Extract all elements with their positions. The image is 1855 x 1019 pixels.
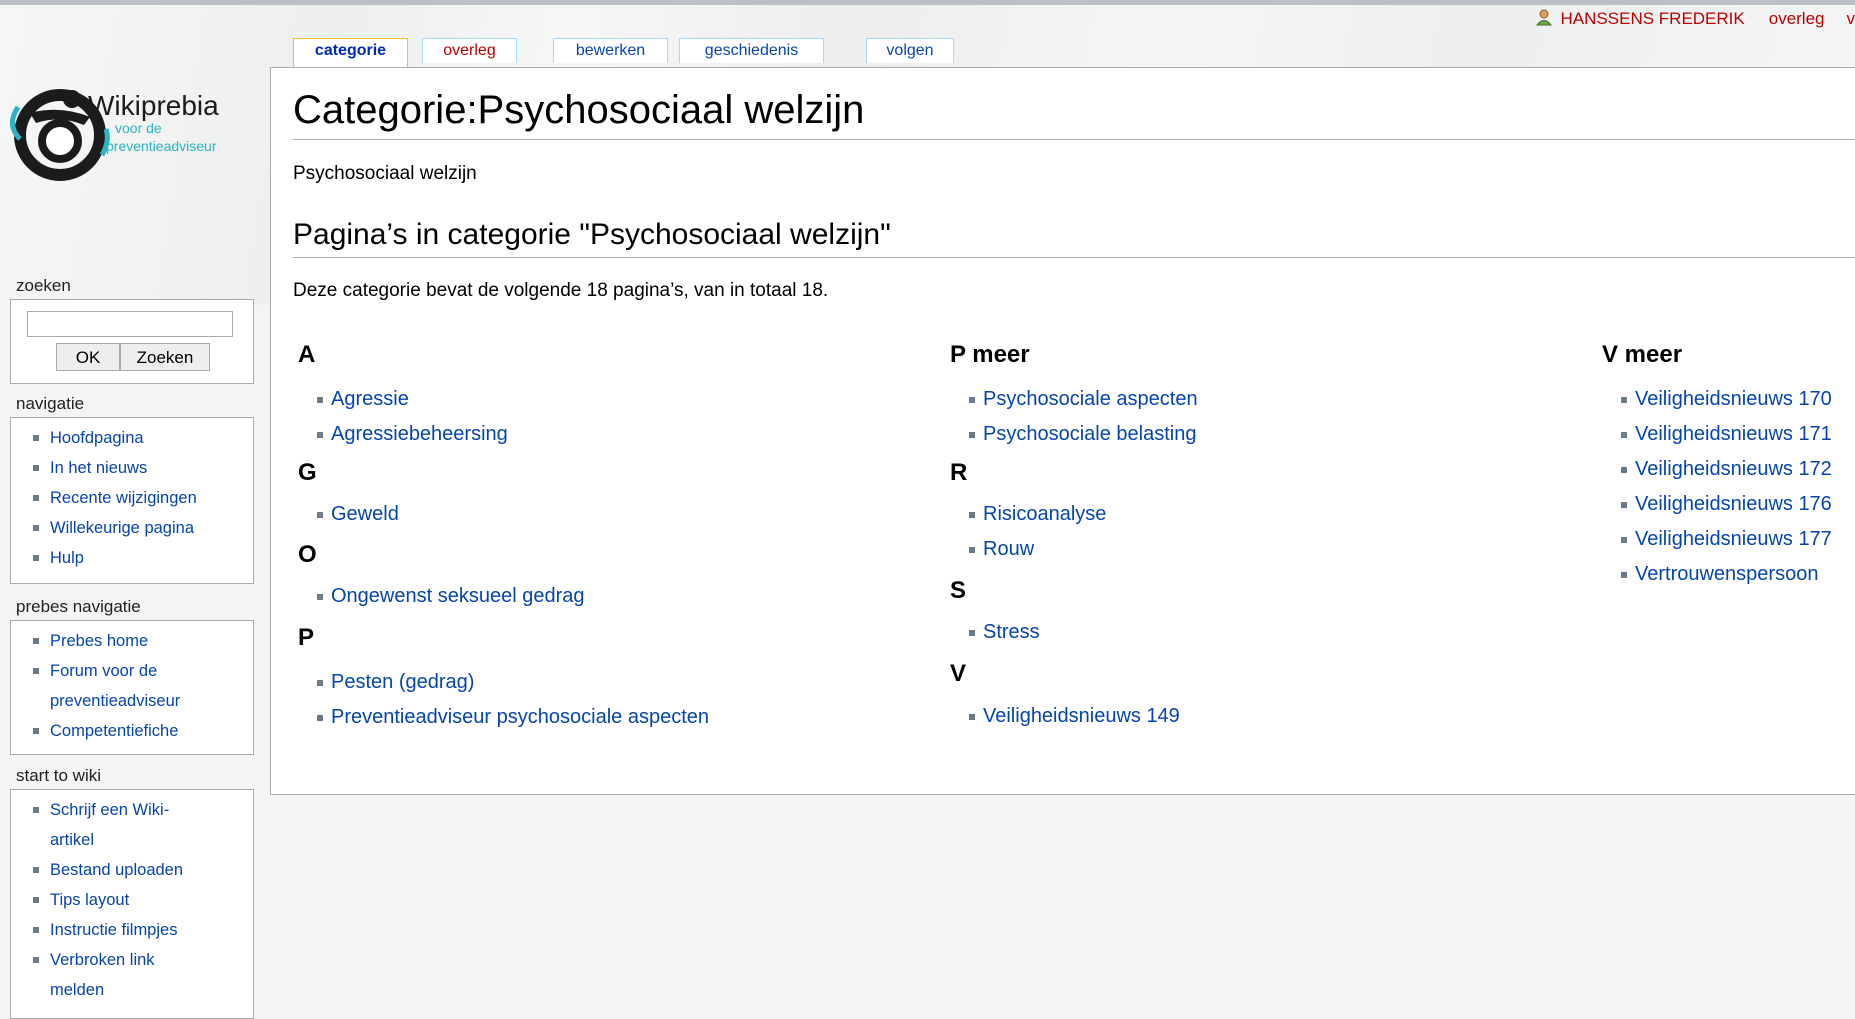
user-icon bbox=[1535, 8, 1553, 31]
page-title: Categorie:Psychosociaal welzijn bbox=[293, 88, 1855, 140]
nav-item-willekeurige-pagina[interactable]: Willekeurige pagina bbox=[11, 513, 253, 543]
zoeken-button[interactable]: Zoeken bbox=[120, 343, 210, 371]
letter-heading: V bbox=[950, 660, 1550, 688]
search-heading: zoeken bbox=[16, 276, 71, 296]
personal-tools: HANSSENS FREDERIK overleg v bbox=[1535, 8, 1855, 31]
ok-button[interactable]: OK bbox=[56, 343, 120, 371]
tab-bewerken[interactable]: bewerken bbox=[553, 38, 668, 63]
category-link[interactable]: Ongewenst seksueel gedrag bbox=[298, 579, 898, 614]
start-item-schrijf[interactable]: Schrijf een Wiki-artikel bbox=[11, 795, 190, 855]
logo-graphic: Wikiprebia voor de preventieadviseur bbox=[10, 85, 265, 190]
category-link[interactable]: Geweld bbox=[298, 497, 898, 532]
navigation-heading: navigatie bbox=[16, 394, 84, 414]
category-link[interactable]: Agressiebeheersing bbox=[298, 417, 898, 452]
prebes-item-home[interactable]: Prebes home bbox=[11, 626, 253, 656]
pages-heading: Pagina’s in categorie "Psychosociaal wel… bbox=[293, 218, 1855, 258]
site-logo[interactable]: Wikiprebia voor de preventieadviseur bbox=[10, 85, 265, 190]
prebes-item-competentiefiche[interactable]: Competentiefiche bbox=[11, 716, 253, 746]
nav-item-recente-wijzigingen[interactable]: Recente wijzigingen bbox=[11, 483, 253, 513]
category-link[interactable]: Psychosociale aspecten bbox=[950, 382, 1550, 417]
category-link[interactable]: Veiligheidsnieuws 170 bbox=[1602, 382, 1855, 417]
start-item-verbroken[interactable]: Verbroken link melden bbox=[11, 945, 190, 1005]
letter-heading: A bbox=[298, 341, 898, 369]
start-item-tips[interactable]: Tips layout bbox=[11, 885, 253, 915]
category-count: Deze categorie bevat de volgende 18 pagi… bbox=[293, 280, 828, 302]
category-link[interactable]: Veiligheidsnieuws 172 bbox=[1602, 452, 1855, 487]
tab-categorie[interactable]: categorie bbox=[293, 38, 408, 69]
letter-heading: P meer bbox=[950, 341, 1550, 369]
letter-heading: S bbox=[950, 577, 1550, 605]
category-column: A Agressie Agressiebeheersing G Geweld O… bbox=[298, 341, 898, 735]
category-description: Psychosociaal welzijn bbox=[293, 163, 477, 185]
category-link[interactable]: Agressie bbox=[298, 382, 898, 417]
letter-heading: O bbox=[298, 541, 898, 569]
svg-text:voor de: voor de bbox=[115, 120, 162, 136]
category-link[interactable]: Risicoanalyse bbox=[950, 497, 1550, 532]
start-item-upload[interactable]: Bestand uploaden bbox=[11, 855, 253, 885]
nav-item-hulp[interactable]: Hulp bbox=[11, 543, 253, 573]
letter-heading: P bbox=[298, 624, 898, 652]
tab-geschiedenis[interactable]: geschiedenis bbox=[679, 38, 824, 63]
content-area: Categorie:Psychosociaal welzijn Psychoso… bbox=[270, 67, 1855, 795]
category-link[interactable]: Veiligheidsnieuws 171 bbox=[1602, 417, 1855, 452]
prebes-box: Prebes home Forum voor de preventieadvis… bbox=[10, 620, 254, 755]
category-link[interactable]: Veiligheidsnieuws 177 bbox=[1602, 522, 1855, 557]
search-box: OK Zoeken bbox=[10, 299, 254, 384]
category-link[interactable]: Vertrouwenspersoon bbox=[1602, 557, 1855, 592]
start-heading: start to wiki bbox=[16, 766, 101, 786]
search-input[interactable] bbox=[27, 311, 233, 337]
svg-text:preventieadviseur: preventieadviseur bbox=[106, 138, 217, 154]
user-talk-link[interactable]: overleg bbox=[1769, 9, 1825, 28]
category-column: V meer Veiligheidsnieuws 170 Veiligheids… bbox=[1602, 341, 1855, 592]
nav-item-hoofdpagina[interactable]: Hoofdpagina bbox=[11, 423, 253, 453]
category-column: P meer Psychosociale aspecten Psychosoci… bbox=[950, 341, 1550, 734]
category-link[interactable]: Veiligheidsnieuws 176 bbox=[1602, 487, 1855, 522]
letter-heading: V meer bbox=[1602, 341, 1855, 369]
category-link[interactable]: Rouw bbox=[950, 532, 1550, 567]
navigation-box: Hoofdpagina In het nieuws Recente wijzig… bbox=[10, 417, 254, 584]
prebes-heading: prebes navigatie bbox=[16, 597, 141, 617]
tab-volgen[interactable]: volgen bbox=[866, 38, 954, 63]
category-link[interactable]: Stress bbox=[950, 615, 1550, 650]
prebes-item-forum[interactable]: Forum voor de preventieadviseur bbox=[11, 656, 210, 716]
nav-item-in-het-nieuws[interactable]: In het nieuws bbox=[11, 453, 253, 483]
letter-heading: R bbox=[950, 459, 1550, 487]
svg-text:Wikiprebia: Wikiprebia bbox=[88, 90, 219, 121]
user-link[interactable]: HANSSENS FREDERIK bbox=[1561, 9, 1745, 28]
letter-heading: G bbox=[298, 459, 898, 487]
category-link[interactable]: Psychosociale belasting bbox=[950, 417, 1550, 452]
category-link[interactable]: Preventieadviseur psychosociale aspecten bbox=[298, 700, 898, 735]
start-item-filmpjes[interactable]: Instructie filmpjes bbox=[11, 915, 253, 945]
tab-overleg[interactable]: overleg bbox=[422, 38, 517, 63]
more-link[interactable]: v bbox=[1847, 9, 1855, 28]
category-link[interactable]: Veiligheidsnieuws 149 bbox=[950, 699, 1550, 734]
category-link[interactable]: Pesten (gedrag) bbox=[298, 665, 898, 700]
start-box: Schrijf een Wiki-artikel Bestand uploade… bbox=[10, 789, 254, 1019]
